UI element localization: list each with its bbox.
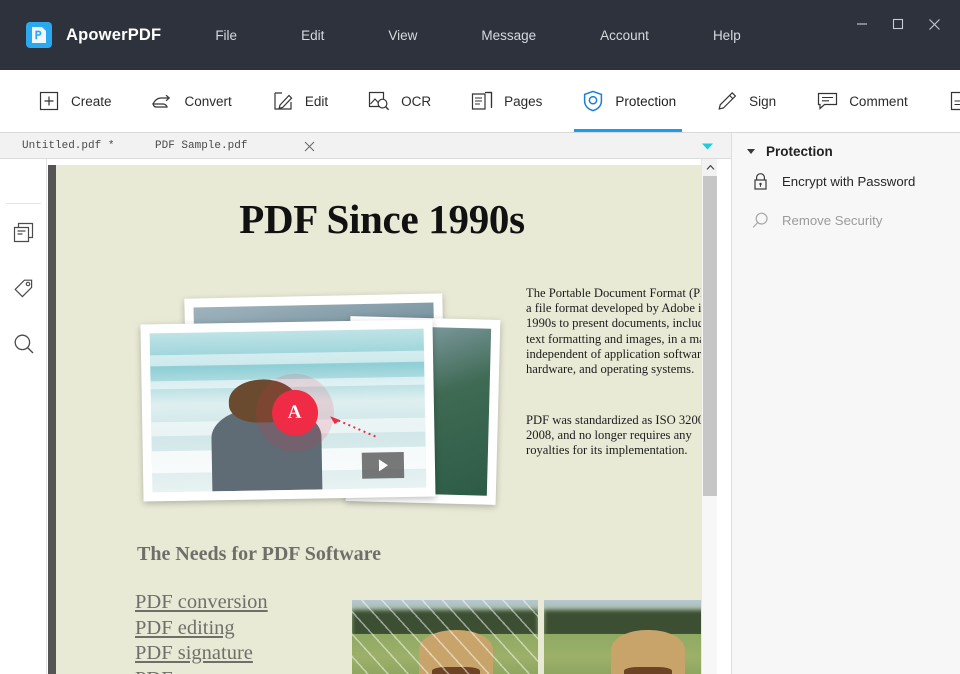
apowerpdf-window: ApowerPDF File Edit View Message Account… xyxy=(0,0,960,674)
menu-item-file[interactable]: File xyxy=(205,22,247,49)
ribbon-label: Convert xyxy=(185,94,232,109)
adobe-pdf-badge-icon: A xyxy=(271,389,318,436)
paragraph-iso-standard: PDF was standardized as ISO 32000 in 200… xyxy=(526,413,708,459)
search-icon[interactable] xyxy=(0,323,47,365)
menu-item-help[interactable]: Help xyxy=(703,22,751,49)
minimize-icon[interactable] xyxy=(844,4,880,44)
hero-photo-montage: A xyxy=(142,288,508,528)
document-viewer[interactable]: PDF Since 1990s A xyxy=(47,159,731,674)
pdf-page: PDF Since 1990s A xyxy=(56,165,708,674)
document-vertical-scrollbar[interactable] xyxy=(701,159,717,674)
pencil-square-icon xyxy=(270,88,296,114)
play-icon xyxy=(362,452,404,479)
menu-item-view[interactable]: View xyxy=(378,22,427,49)
panel-row-label: Encrypt with Password xyxy=(782,174,915,189)
bookmark-tag-icon[interactable] xyxy=(0,267,47,309)
panel-row-label: Remove Security xyxy=(782,213,882,228)
ribbon-tab-comment[interactable]: Comment xyxy=(810,70,912,132)
ribbon-tab-ocr[interactable]: OCR xyxy=(362,70,435,132)
protection-panel-title: Protection xyxy=(766,144,833,159)
remove-security-button[interactable]: Remove Security xyxy=(732,205,960,235)
photo-meadow-watermarked xyxy=(352,600,538,674)
scrollbar-thumb[interactable] xyxy=(703,176,717,496)
document-tab-untitled[interactable]: Untitled.pdf * xyxy=(22,133,114,159)
ribbon-tab-forms[interactable]: Forms xyxy=(942,70,960,132)
close-icon[interactable] xyxy=(916,4,952,44)
protection-panel-header[interactable]: Protection xyxy=(732,138,960,164)
title-bar: ApowerPDF File Edit View Message Account… xyxy=(0,0,960,70)
link-pdf-signature[interactable]: PDF signature xyxy=(135,641,268,667)
watermark-mesh-overlay xyxy=(352,600,538,674)
app-name: ApowerPDF xyxy=(66,26,161,45)
ribbon-label: Create xyxy=(71,94,112,109)
paragraph-about-pdf: The Portable Document Format (PDF) is a … xyxy=(526,286,708,377)
ribbon-label: Comment xyxy=(849,94,908,109)
link-pdf-merge[interactable]: PDF merge xyxy=(135,667,268,674)
page-title: PDF Since 1990s xyxy=(56,195,708,243)
pen-icon xyxy=(714,88,740,114)
section-heading: The Needs for PDF Software xyxy=(137,543,381,566)
tab-close-icon[interactable] xyxy=(300,133,318,159)
photo-front-sea-person: A xyxy=(140,319,435,501)
caret-down-icon[interactable] xyxy=(740,149,762,154)
form-document-icon xyxy=(946,88,960,114)
ribbon-tab-edit[interactable]: Edit xyxy=(266,70,332,132)
menu-item-account[interactable]: Account xyxy=(590,22,659,49)
ribbon-label: Edit xyxy=(305,94,328,109)
comment-bubble-icon xyxy=(814,88,840,114)
pages-icon xyxy=(469,88,495,114)
pdf-feature-link-list: PDF conversion PDF editing PDF signature… xyxy=(135,590,268,674)
dotted-arrow-icon xyxy=(321,412,381,439)
tab-overflow-chevron-down-icon[interactable] xyxy=(697,133,717,159)
link-pdf-conversion[interactable]: PDF conversion xyxy=(135,590,268,616)
ribbon-tab-protection[interactable]: Protection xyxy=(576,70,680,132)
lock-icon xyxy=(749,172,771,191)
ribbon-label: Pages xyxy=(504,94,542,109)
shield-icon xyxy=(580,88,606,114)
viewer-right-gutter xyxy=(717,159,731,674)
encrypt-with-password-button[interactable]: Encrypt with Password xyxy=(732,166,960,196)
ribbon-tab-create[interactable]: Create xyxy=(32,70,116,132)
ribbon-label: OCR xyxy=(401,94,431,109)
photo-meadow-clean xyxy=(544,600,708,674)
left-sidebar-rail xyxy=(0,159,47,674)
document-tab-pdf-sample[interactable]: PDF Sample.pdf xyxy=(155,133,247,159)
ribbon-toolbar: Create Convert Edit xyxy=(0,70,960,133)
rail-divider xyxy=(6,203,41,204)
menu-bar: File Edit View Message Account Help xyxy=(205,22,750,49)
ribbon-tab-sign[interactable]: Sign xyxy=(710,70,780,132)
magnifier-icon xyxy=(749,211,771,230)
apowerpdf-logo-icon xyxy=(26,22,52,48)
menu-item-message[interactable]: Message xyxy=(471,22,546,49)
protection-panel: Protection Encrypt with Password Rem xyxy=(731,133,960,674)
convert-arrow-icon xyxy=(150,88,176,114)
plus-square-icon xyxy=(36,88,62,114)
maximize-icon[interactable] xyxy=(880,4,916,44)
ribbon-tab-convert[interactable]: Convert xyxy=(146,70,236,132)
chevron-up-icon[interactable] xyxy=(702,159,718,176)
window-controls xyxy=(844,0,960,48)
link-pdf-editing[interactable]: PDF editing xyxy=(135,616,268,642)
ribbon-label: Sign xyxy=(749,94,776,109)
page-thumbnails-icon[interactable] xyxy=(0,211,47,253)
ribbon-tab-pages[interactable]: Pages xyxy=(465,70,546,132)
menu-item-edit[interactable]: Edit xyxy=(291,22,334,49)
ribbon-label: Protection xyxy=(615,94,676,109)
page-left-shadow xyxy=(48,165,56,674)
image-magnifier-icon xyxy=(366,88,392,114)
